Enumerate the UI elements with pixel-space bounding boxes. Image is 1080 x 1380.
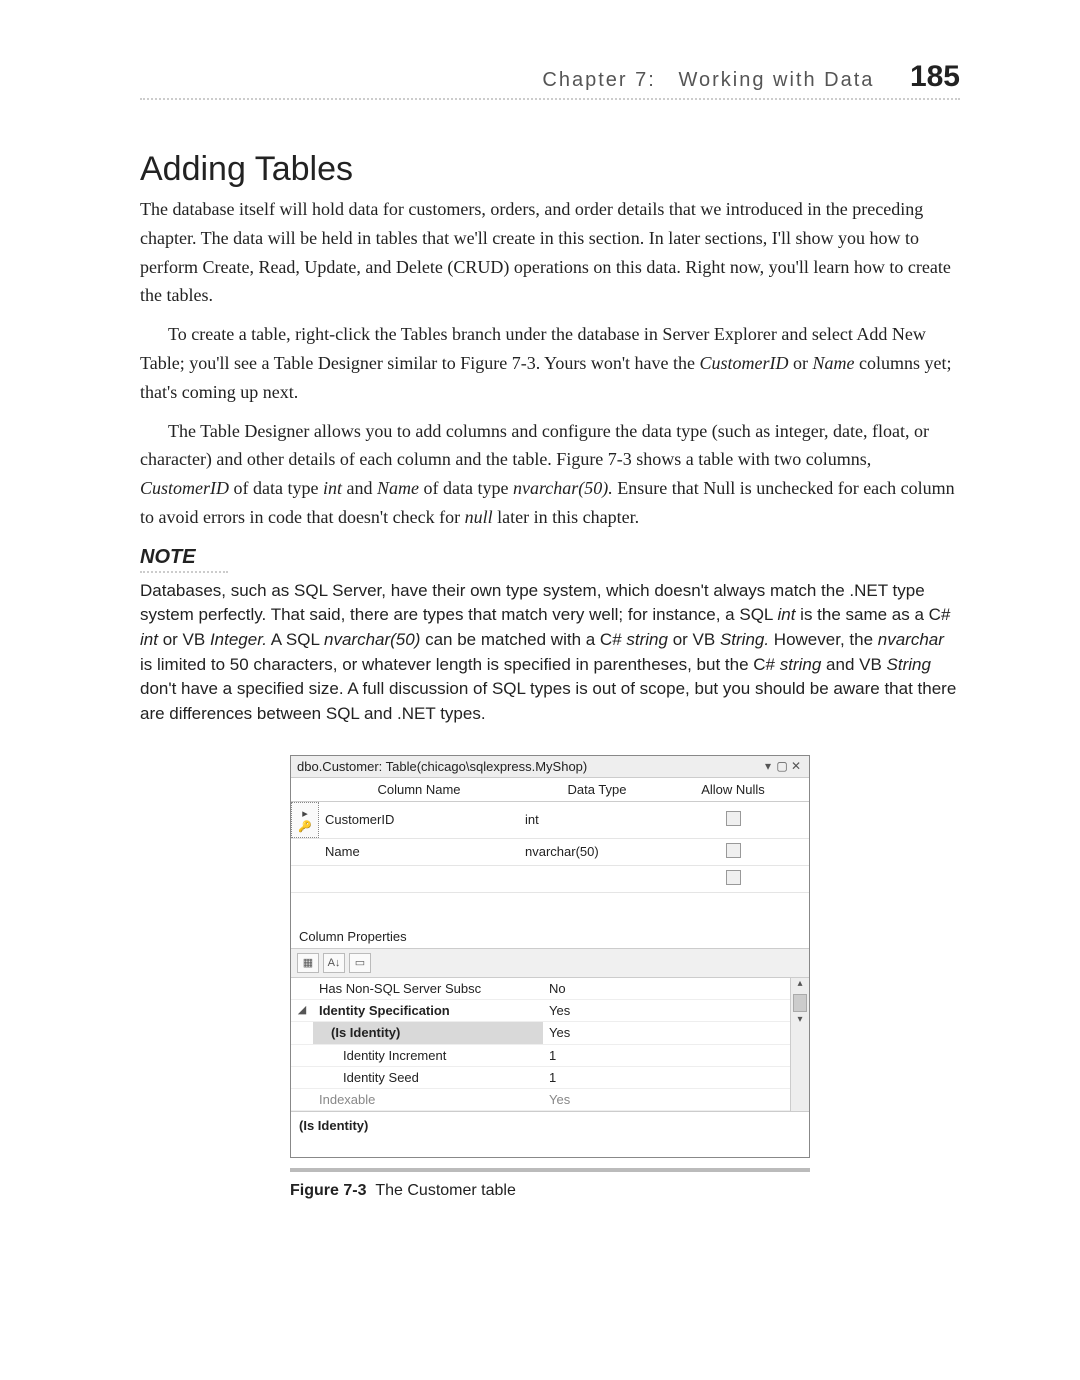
header-column-name: Column Name — [319, 778, 519, 801]
alphabetical-button[interactable]: A↓ — [323, 953, 345, 973]
column-properties-title: Column Properties — [291, 923, 809, 948]
note-rule — [140, 571, 228, 573]
figure-rule — [290, 1168, 810, 1172]
window-titlebar: dbo.Customer: Table(chicago\sqlexpress.M… — [291, 756, 809, 777]
primary-key-icon: ▸🔑 — [291, 802, 319, 838]
window-title: dbo.Customer: Table(chicago\sqlexpress.M… — [297, 759, 761, 774]
header-allow-nulls: Allow Nulls — [675, 778, 791, 801]
paragraph-2: To create a table, right-click the Table… — [140, 320, 960, 406]
scroll-thumb[interactable] — [793, 994, 807, 1012]
figure-caption: Figure 7-3 The Customer table — [290, 1182, 810, 1200]
note-heading: NOTE — [140, 546, 960, 569]
scroll-down-icon[interactable]: ▾ — [791, 1014, 809, 1028]
maximize-icon[interactable]: ▢ — [775, 759, 789, 773]
grid-row-name[interactable]: Name nvarchar(50) — [291, 839, 809, 866]
section-title: Adding Tables — [140, 150, 960, 189]
cell-data-type[interactable]: nvarchar(50) — [519, 840, 675, 863]
table-designer-window: dbo.Customer: Table(chicago\sqlexpress.M… — [290, 755, 810, 1158]
checkbox-icon[interactable] — [726, 811, 741, 826]
grid-row-empty[interactable] — [291, 866, 809, 893]
categorized-button[interactable]: ▦ — [297, 953, 319, 973]
cell-column-name[interactable] — [319, 875, 519, 883]
properties-scrollbar[interactable]: ▴ ▾ — [790, 978, 809, 1111]
paragraph-3: The Table Designer allows you to add col… — [140, 417, 960, 532]
note-body: Databases, such as SQL Server, have thei… — [140, 579, 960, 727]
properties-grid: Has Non-SQL Server Subsc No ◢ Identity S… — [291, 978, 809, 1111]
cell-data-type[interactable]: int — [519, 808, 675, 831]
prop-identity-seed[interactable]: Identity Seed 1 — [291, 1067, 809, 1089]
scroll-up-icon[interactable]: ▴ — [791, 978, 809, 992]
chapter-title: Working with Data — [678, 69, 874, 91]
grid-header: Column Name Data Type Allow Nulls — [291, 777, 809, 802]
paragraph-1: The database itself will hold data for c… — [140, 195, 960, 310]
running-header: Chapter 7: Working with Data 185 — [140, 60, 960, 100]
property-description: (Is Identity) — [291, 1111, 809, 1157]
figure-7-3: dbo.Customer: Table(chicago\sqlexpress.M… — [290, 755, 810, 1200]
prop-has-non-sql[interactable]: Has Non-SQL Server Subsc No — [291, 978, 809, 1000]
prop-identity-specification[interactable]: ◢ Identity Specification Yes — [291, 1000, 809, 1022]
checkbox-icon[interactable] — [726, 843, 741, 858]
cell-data-type[interactable] — [519, 875, 675, 883]
menu-icon[interactable]: ▾ — [761, 759, 775, 773]
cell-column-name[interactable]: CustomerID — [319, 808, 519, 831]
properties-page-button[interactable]: ▭ — [349, 953, 371, 973]
expand-icon[interactable]: ◢ — [291, 1000, 313, 1021]
cell-allow-nulls[interactable] — [675, 866, 791, 892]
close-icon[interactable]: ✕ — [789, 759, 803, 773]
checkbox-icon[interactable] — [726, 870, 741, 885]
cell-allow-nulls[interactable] — [675, 839, 791, 865]
properties-toolbar: ▦ A↓ ▭ — [291, 948, 809, 978]
prop-identity-increment[interactable]: Identity Increment 1 — [291, 1045, 809, 1067]
prop-is-identity[interactable]: (Is Identity) Yes ▾ — [291, 1022, 809, 1045]
prop-indexable[interactable]: Indexable Yes — [291, 1089, 809, 1111]
grid-row-customerid[interactable]: ▸🔑 CustomerID int — [291, 802, 809, 839]
cell-allow-nulls[interactable] — [675, 807, 791, 833]
header-data-type: Data Type — [519, 778, 675, 801]
page-number: 185 — [910, 60, 960, 93]
cell-column-name[interactable]: Name — [319, 840, 519, 863]
chapter-label: Chapter 7: — [542, 69, 655, 91]
